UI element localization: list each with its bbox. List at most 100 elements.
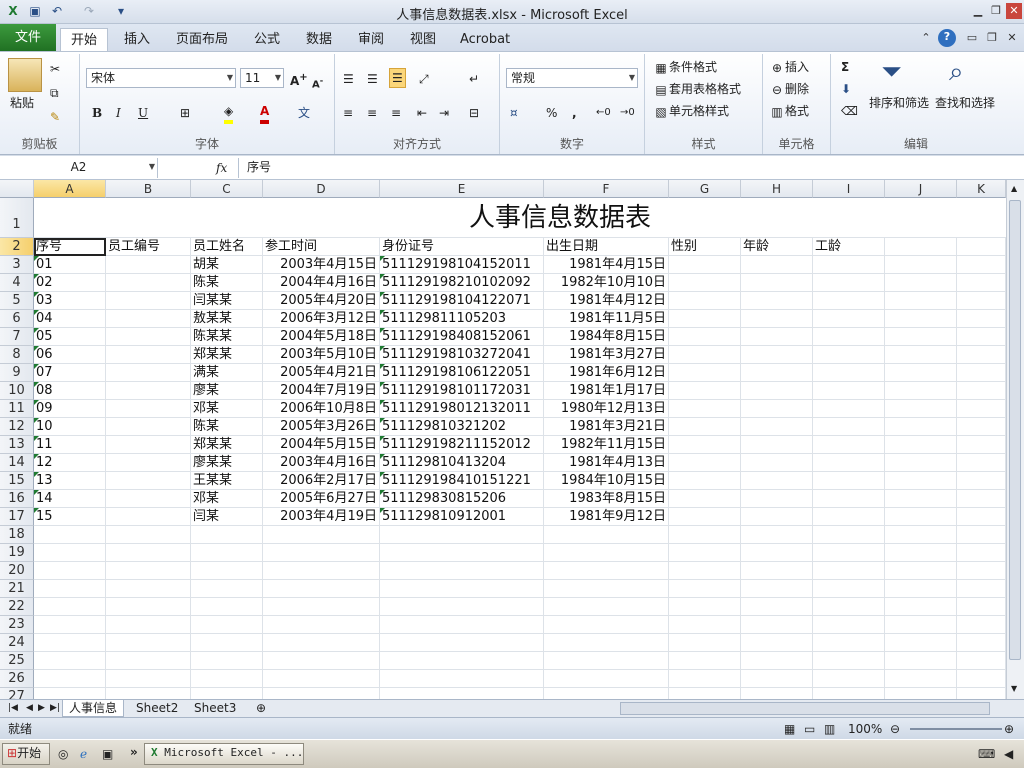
cell[interactable] <box>34 598 106 616</box>
cell[interactable] <box>885 508 957 526</box>
grow-font-icon[interactable]: A+ <box>290 69 308 90</box>
cell[interactable] <box>885 436 957 454</box>
cell[interactable]: 郑某某 <box>191 436 263 454</box>
cell[interactable] <box>957 364 1006 382</box>
cell[interactable] <box>669 634 741 652</box>
cell[interactable] <box>34 670 106 688</box>
doc-restore-icon[interactable]: ❐ <box>984 30 1000 46</box>
cell[interactable]: 满某 <box>191 364 263 382</box>
cell[interactable]: 1981年4月15日 <box>544 256 669 274</box>
column-header-e[interactable]: E <box>380 180 544 198</box>
cell[interactable] <box>669 652 741 670</box>
cell[interactable]: 511129811105203 <box>380 310 544 328</box>
row-header[interactable]: 13 <box>0 436 34 454</box>
cell[interactable]: 廖某 <box>191 382 263 400</box>
cell[interactable]: 1984年8月15日 <box>544 328 669 346</box>
start-button[interactable]: ⊞开始 <box>2 743 50 765</box>
vertical-scrollbar[interactable]: ▲ ▼ <box>1006 180 1024 699</box>
cell[interactable] <box>813 490 885 508</box>
clear-icon[interactable]: ⌫ <box>841 102 858 120</box>
cell[interactable]: 511129810912001 <box>380 508 544 526</box>
cell[interactable] <box>957 382 1006 400</box>
tab-page-layout[interactable]: 页面布局 <box>166 28 238 52</box>
cell[interactable] <box>741 526 813 544</box>
cell[interactable] <box>263 544 380 562</box>
tab-home[interactable]: 开始 <box>60 28 109 52</box>
cell[interactable] <box>106 562 191 580</box>
cell[interactable]: 1981年4月12日 <box>544 292 669 310</box>
row-header[interactable]: 9 <box>0 364 34 382</box>
row-header[interactable]: 1 <box>0 198 34 238</box>
cell[interactable] <box>957 400 1006 418</box>
cell[interactable] <box>380 526 544 544</box>
align-left-icon[interactable]: ≡ <box>343 104 353 122</box>
cell[interactable] <box>263 652 380 670</box>
cell[interactable]: 511129198106122051 <box>380 364 544 382</box>
zoom-in-icon[interactable]: ⊕ <box>1004 720 1014 738</box>
browser-icon[interactable]: ℯ <box>80 745 87 763</box>
cell[interactable] <box>957 418 1006 436</box>
row-header[interactable]: 24 <box>0 634 34 652</box>
cell[interactable] <box>106 688 191 699</box>
cell[interactable] <box>957 274 1006 292</box>
find-select-icon[interactable]: ⌕ <box>949 56 964 88</box>
cell[interactable] <box>957 508 1006 526</box>
find-select-button[interactable]: 查找和选择 <box>935 94 995 112</box>
align-center-icon[interactable]: ≡ <box>367 104 377 122</box>
cell[interactable]: 陈某某 <box>191 328 263 346</box>
cell[interactable] <box>544 544 669 562</box>
cell[interactable] <box>669 274 741 292</box>
cell[interactable] <box>544 670 669 688</box>
cell[interactable] <box>885 688 957 699</box>
align-bottom-icon[interactable]: ☰ <box>389 68 406 88</box>
cell[interactable] <box>669 598 741 616</box>
row-header[interactable]: 19 <box>0 544 34 562</box>
cell[interactable]: 01 <box>34 256 106 274</box>
border-icon[interactable]: ⊞ <box>180 104 190 122</box>
scroll-up-icon[interactable]: ▲ <box>1011 184 1017 193</box>
cell[interactable]: 1981年9月12日 <box>544 508 669 526</box>
cell[interactable] <box>544 688 669 699</box>
cell[interactable]: 05 <box>34 328 106 346</box>
cell[interactable] <box>741 544 813 562</box>
column-header-h[interactable]: H <box>741 180 813 198</box>
cell[interactable] <box>957 256 1006 274</box>
cell[interactable] <box>669 400 741 418</box>
cell[interactable]: 13 <box>34 472 106 490</box>
cell[interactable] <box>34 634 106 652</box>
cell[interactable] <box>957 670 1006 688</box>
help-icon[interactable]: ? <box>938 29 956 47</box>
cell[interactable]: 1983年8月15日 <box>544 490 669 508</box>
cell[interactable] <box>191 544 263 562</box>
cell[interactable] <box>106 634 191 652</box>
cell[interactable] <box>263 562 380 580</box>
cell[interactable] <box>741 400 813 418</box>
cell[interactable] <box>813 256 885 274</box>
close-icon[interactable]: ✕ <box>1006 3 1022 19</box>
cell[interactable] <box>380 616 544 634</box>
cell[interactable] <box>191 580 263 598</box>
cell[interactable] <box>885 598 957 616</box>
cell[interactable] <box>741 382 813 400</box>
header-cell[interactable]: 员工姓名 <box>191 238 263 256</box>
page-break-view-icon[interactable]: ▥ <box>824 720 835 738</box>
cell[interactable] <box>380 580 544 598</box>
cell[interactable] <box>669 292 741 310</box>
cell[interactable] <box>885 616 957 634</box>
cell[interactable] <box>34 652 106 670</box>
cell[interactable] <box>885 580 957 598</box>
cell[interactable] <box>957 634 1006 652</box>
cell[interactable] <box>813 616 885 634</box>
cell[interactable] <box>885 256 957 274</box>
sort-filter-icon[interactable]: ⏷ <box>881 56 902 88</box>
cell[interactable] <box>957 598 1006 616</box>
cell[interactable]: 09 <box>34 400 106 418</box>
cell[interactable]: 陈某 <box>191 418 263 436</box>
shrink-font-icon[interactable]: A- <box>312 71 323 94</box>
cell[interactable] <box>106 670 191 688</box>
cell[interactable]: 邓某 <box>191 400 263 418</box>
cell[interactable] <box>263 616 380 634</box>
cell[interactable] <box>813 310 885 328</box>
cell[interactable] <box>813 346 885 364</box>
decrease-decimal-icon[interactable]: →0 <box>620 104 635 122</box>
